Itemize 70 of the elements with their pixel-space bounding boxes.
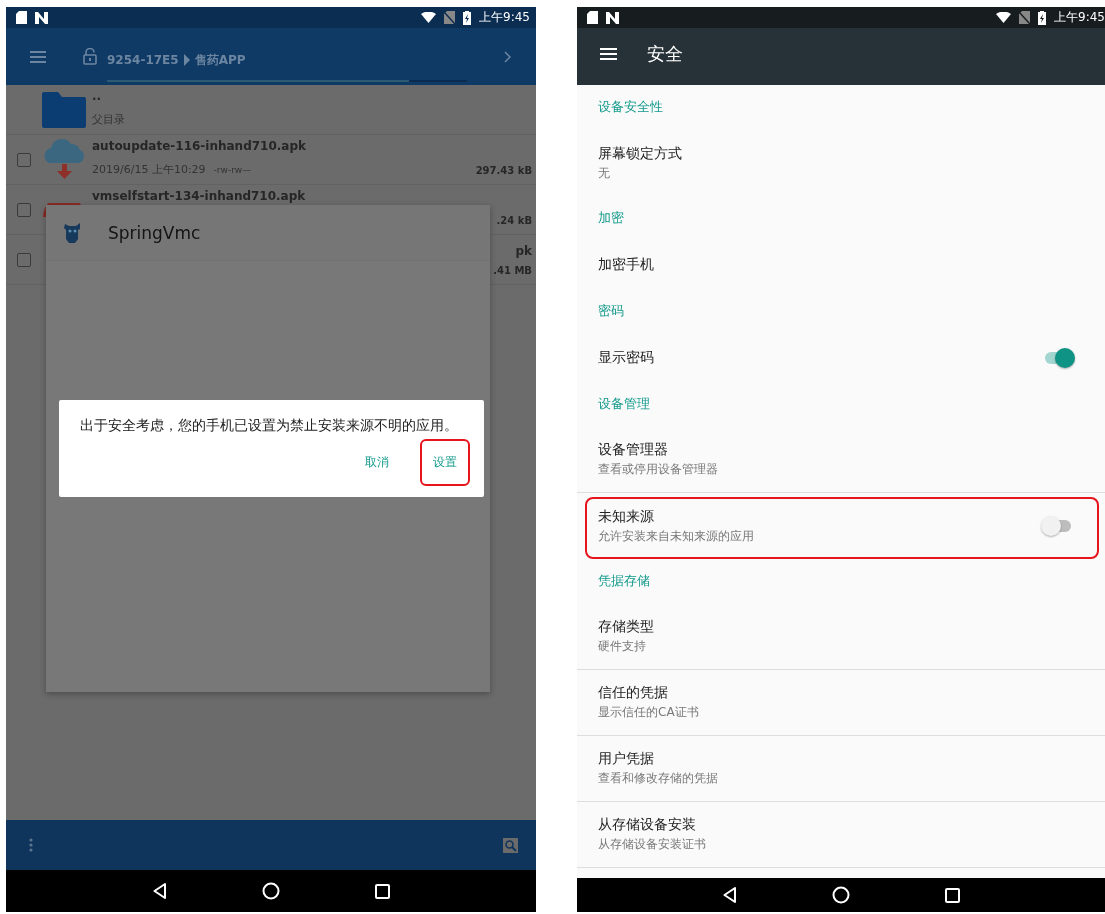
- file-name: pk: [515, 244, 532, 258]
- folder-icon: [42, 91, 86, 128]
- back-icon[interactable]: [722, 887, 737, 903]
- recents-icon[interactable]: [944, 887, 960, 903]
- screen-title: 安全: [647, 41, 683, 66]
- item-title: 用户凭据: [598, 750, 655, 768]
- item-summary: 硬件支持: [598, 638, 647, 655]
- n-logo-icon: [35, 11, 48, 24]
- battery-charging-icon: [463, 10, 472, 25]
- sd-card-icon: [16, 11, 27, 24]
- file-size: .24 kB: [496, 215, 532, 226]
- file-size: 297.43 kB: [475, 165, 532, 176]
- back-icon[interactable]: [152, 883, 167, 899]
- alert-message: 出于安全考虑，您的手机已设置为禁止安装来源不明的应用。: [80, 417, 459, 435]
- dialog-button[interactable]: 设置: [420, 439, 470, 486]
- settings-item[interactable]: 加密手机: [577, 241, 1105, 289]
- item-summary: 无: [598, 164, 611, 182]
- file-name: autoupdate-116-inhand710.apk: [92, 139, 308, 153]
- item-summary: 查看或停用设备管理器: [598, 461, 719, 478]
- settings-item[interactable]: 显示密码: [577, 334, 1105, 382]
- item-title: 加密手机: [598, 256, 655, 274]
- battery-charging-icon: [1038, 10, 1047, 25]
- checkbox[interactable]: [17, 252, 31, 267]
- item-title: 未知来源: [598, 507, 655, 526]
- section-header: 凭据存储: [598, 573, 650, 590]
- wifi-icon: [996, 12, 1012, 23]
- robot-app-icon: [62, 221, 82, 244]
- section-header: 密码: [598, 303, 624, 320]
- item-title: 从存储设备安装: [598, 816, 697, 834]
- item-title: 信任的凭据: [598, 684, 669, 702]
- more-options-icon[interactable]: [29, 838, 33, 852]
- settings-item[interactable]: 屏幕锁定方式 无: [577, 130, 1105, 196]
- item-summary: 查看和修改存储的凭据: [598, 770, 719, 787]
- item-summary: 从存储设备安装证书: [598, 836, 707, 853]
- section-header: 设备安全性: [598, 99, 663, 116]
- wifi-icon: [421, 12, 437, 23]
- settings-item[interactable]: 信任的凭据 显示信任的CA证书: [577, 670, 1105, 736]
- checkbox[interactable]: [17, 152, 31, 167]
- no-sim-icon: [444, 11, 456, 24]
- settings-item[interactable]: 从存储设备安装 从存储设备安装证书: [577, 802, 1105, 868]
- status-time: 上午9:45: [479, 9, 530, 26]
- status-time: 上午9:45: [1054, 9, 1105, 26]
- recents-icon[interactable]: [374, 883, 390, 899]
- settings-item[interactable]: 存储类型 硬件支持: [577, 604, 1105, 670]
- search-icon[interactable]: [503, 837, 518, 853]
- item-title: 存储类型: [598, 618, 655, 636]
- settings-item[interactable]: 未知来源 允许安装来自未知来源的应用: [577, 493, 1105, 559]
- item-summary: 允许安装来自未知来源的应用: [598, 527, 755, 545]
- item-title: 屏幕锁定方式: [598, 144, 683, 163]
- home-icon[interactable]: [261, 882, 280, 900]
- item-summary: 显示信任的CA证书: [598, 704, 700, 721]
- file-name: ..: [92, 89, 103, 103]
- chevron-right-icon[interactable]: [504, 50, 512, 63]
- checkbox[interactable]: [17, 202, 31, 217]
- home-icon[interactable]: [831, 886, 850, 904]
- sd-card-icon: [587, 11, 598, 24]
- dialog-button[interactable]: 取消: [352, 439, 402, 486]
- lock-icon[interactable]: [83, 48, 97, 65]
- file-name: vmselfstart-134-inhand710.apk: [92, 189, 307, 203]
- section-header: 加密: [598, 210, 624, 227]
- file-size: .41 MB: [493, 265, 532, 276]
- settings-item[interactable]: 用户凭据 查看和修改存储的凭据: [577, 736, 1105, 802]
- n-logo-icon: [606, 11, 619, 24]
- item-title: 显示密码: [598, 349, 655, 367]
- item-title: 设备管理器: [598, 441, 669, 459]
- section-header: 设备管理: [598, 396, 650, 413]
- breadcrumb-arrow-icon: [183, 54, 190, 66]
- settings-item[interactable]: 设备管理器 查看或停用设备管理器: [577, 427, 1105, 493]
- no-sim-icon: [1019, 11, 1031, 24]
- dialog-title: SpringVmc: [108, 222, 201, 243]
